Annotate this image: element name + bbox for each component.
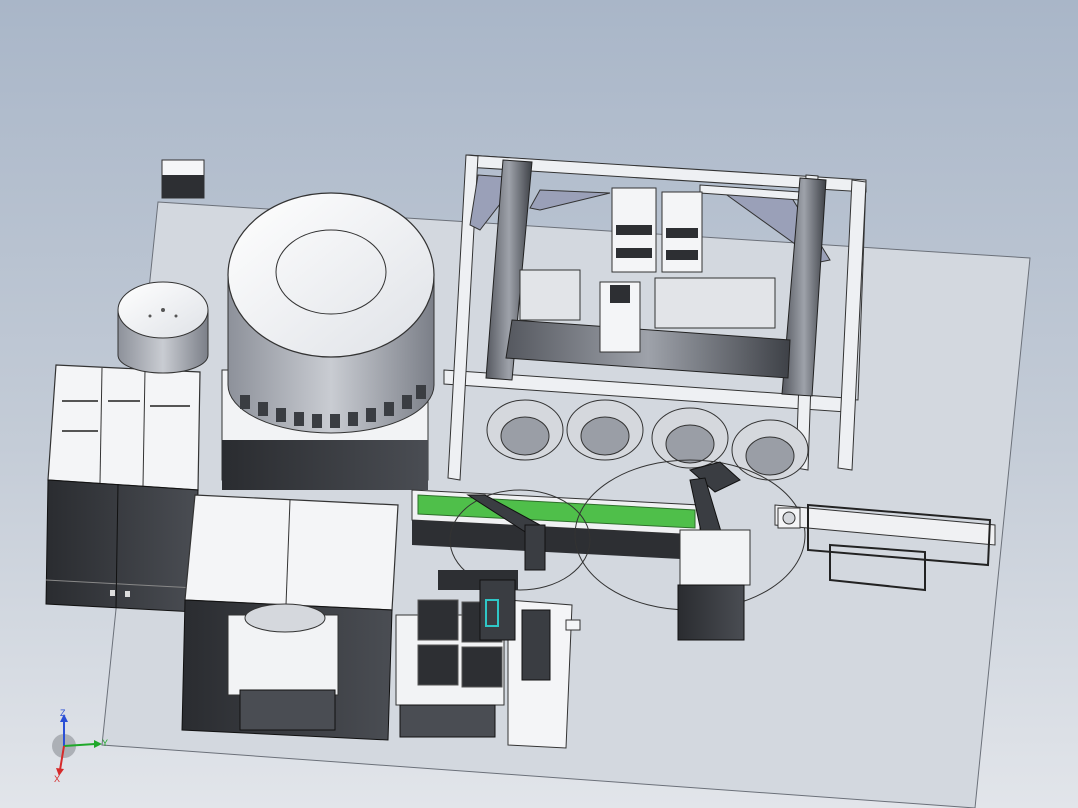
cad-viewport[interactable]: Z Y X [0,0,1078,808]
x-axis-label: X [54,774,60,784]
y-axis-label: Y [102,738,108,748]
control-box[interactable] [161,159,205,199]
z-axis-label: Z [60,708,66,718]
large-rotary-drum[interactable] [221,192,435,490]
assembly-model[interactable]: Z Y X [0,0,1078,808]
y-axis-head [94,740,102,748]
small-cylinder-tank[interactable] [117,281,209,374]
coordinate-triad: Z Y X [52,708,108,784]
left-cabinet[interactable] [45,364,201,613]
front-packing-machine[interactable] [181,494,399,741]
